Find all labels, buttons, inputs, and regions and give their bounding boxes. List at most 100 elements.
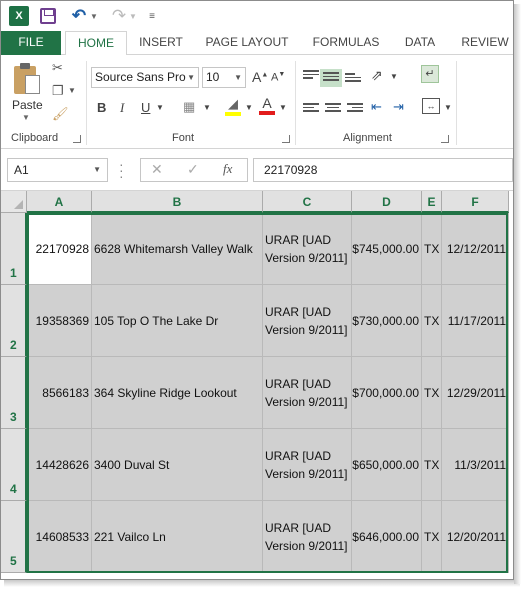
grow-font-icon[interactable]: A▲ bbox=[252, 69, 268, 85]
orientation-icon[interactable]: ⇗ bbox=[371, 67, 383, 84]
cell-c[interactable]: URAR [UAD Version 9/2011] bbox=[263, 429, 352, 501]
cell-b[interactable]: 364 Skyline Ridge Lookout bbox=[92, 357, 263, 429]
select-all-button[interactable] bbox=[1, 191, 27, 213]
cell-d[interactable]: $646,000.00 bbox=[352, 501, 422, 573]
underline-dropdown-icon[interactable]: ▼ bbox=[156, 103, 164, 112]
copy-dropdown-icon[interactable]: ▼ bbox=[68, 86, 76, 95]
cell-d[interactable]: $745,000.00 bbox=[352, 213, 422, 285]
font-launcher-icon[interactable] bbox=[282, 135, 290, 143]
undo-dropdown-icon[interactable]: ▼ bbox=[90, 6, 98, 26]
font-name-select[interactable]: Source Sans Pro ▼ bbox=[91, 67, 199, 88]
align-center-icon[interactable] bbox=[325, 103, 341, 115]
cell-d[interactable]: $650,000.00 bbox=[352, 429, 422, 501]
cell-a[interactable]: 22170928 bbox=[27, 213, 92, 285]
tab-home[interactable]: HOME bbox=[65, 31, 127, 56]
customize-qat-icon[interactable]: ≡ bbox=[147, 6, 157, 26]
cell-f[interactable]: 11/3/2011 bbox=[442, 429, 509, 501]
cell-e[interactable]: TX bbox=[422, 429, 442, 501]
shrink-font-icon[interactable]: A▼ bbox=[271, 71, 285, 84]
tab-page-layout[interactable]: PAGE LAYOUT bbox=[201, 31, 293, 55]
bottom-align-icon[interactable] bbox=[345, 73, 361, 85]
enter-icon[interactable]: ✓ bbox=[187, 161, 199, 178]
middle-align-icon[interactable] bbox=[320, 69, 342, 87]
row-header[interactable]: 2 bbox=[1, 285, 27, 357]
cell-c[interactable]: URAR [UAD Version 9/2011] bbox=[263, 285, 352, 357]
align-right-icon[interactable] bbox=[347, 103, 363, 115]
formula-input[interactable]: 22170928 bbox=[253, 158, 513, 182]
cell-d[interactable]: $730,000.00 bbox=[352, 285, 422, 357]
top-align-icon[interactable] bbox=[303, 70, 319, 82]
wrap-text-icon[interactable]: ↵ bbox=[421, 65, 439, 83]
increase-indent-icon[interactable]: ⇥ bbox=[393, 99, 404, 115]
paste-dropdown-icon[interactable]: ▼ bbox=[22, 113, 30, 122]
column-header-e[interactable]: E bbox=[422, 191, 442, 213]
column-header-c[interactable]: C bbox=[263, 191, 352, 213]
align-left-icon[interactable] bbox=[303, 103, 319, 115]
borders-dropdown-icon[interactable]: ▼ bbox=[203, 103, 211, 112]
fill-color-icon[interactable]: ◢ bbox=[225, 96, 241, 116]
cell-a[interactable]: 8566183 bbox=[27, 357, 92, 429]
font-color-dropdown-icon[interactable]: ▼ bbox=[279, 103, 287, 112]
font-color-icon[interactable]: A bbox=[259, 95, 275, 115]
cell-f[interactable]: 11/17/2011 bbox=[442, 285, 509, 357]
merge-center-dropdown-icon[interactable]: ▼ bbox=[444, 103, 452, 112]
borders-icon[interactable]: ▦ bbox=[183, 99, 195, 115]
orientation-dropdown-icon[interactable]: ▼ bbox=[390, 72, 398, 81]
column-header-f[interactable]: F bbox=[442, 191, 509, 213]
row-header[interactable]: 4 bbox=[1, 429, 27, 501]
cell-e[interactable]: TX bbox=[422, 501, 442, 573]
worksheet-grid: ABCDEF 1 22170928 6628 Whitemarsh Valley W… bbox=[1, 191, 513, 579]
cell-e[interactable]: TX bbox=[422, 285, 442, 357]
tab-data[interactable]: DATA bbox=[398, 31, 442, 55]
cell-b[interactable]: 3400 Duval St bbox=[92, 429, 263, 501]
redo-icon[interactable]: ↷ bbox=[109, 6, 129, 26]
tab-formulas[interactable]: FORMULAS bbox=[308, 31, 384, 55]
cell-f[interactable]: 12/29/2011 bbox=[442, 357, 509, 429]
italic-button[interactable]: I bbox=[120, 100, 124, 116]
cell-c[interactable]: URAR [UAD Version 9/2011] bbox=[263, 213, 352, 285]
cell-c[interactable]: URAR [UAD Version 9/2011] bbox=[263, 501, 352, 573]
cell-e[interactable]: TX bbox=[422, 357, 442, 429]
cell-b[interactable]: 105 Top O The Lake Dr bbox=[92, 285, 263, 357]
underline-button[interactable]: U bbox=[141, 100, 150, 115]
cell-b[interactable]: 6628 Whitemarsh Valley Walk bbox=[92, 213, 263, 285]
cell-a[interactable]: 19358369 bbox=[27, 285, 92, 357]
format-painter-icon[interactable]: 🖌 bbox=[52, 106, 69, 122]
cancel-icon[interactable]: ✕ bbox=[151, 161, 163, 178]
clipboard-launcher-icon[interactable] bbox=[73, 135, 81, 143]
cell-f[interactable]: 12/20/2011 bbox=[442, 501, 509, 573]
row-header[interactable]: 5 bbox=[1, 501, 27, 573]
paste-icon[interactable] bbox=[12, 63, 40, 95]
copy-icon[interactable]: ❐ bbox=[52, 83, 64, 99]
column-header-d[interactable]: D bbox=[352, 191, 422, 213]
fill-color-dropdown-icon[interactable]: ▼ bbox=[245, 103, 253, 112]
tab-file[interactable]: FILE bbox=[1, 31, 61, 55]
redo-dropdown-icon[interactable]: ▼ bbox=[129, 6, 137, 26]
column-header-a[interactable]: A bbox=[27, 191, 92, 213]
column-header-b[interactable]: B bbox=[92, 191, 263, 213]
insert-function-icon[interactable]: fx bbox=[223, 161, 232, 177]
decrease-indent-icon[interactable]: ⇤ bbox=[371, 99, 382, 115]
font-size-value: 10 bbox=[206, 70, 220, 84]
font-size-select[interactable]: 10 ▼ bbox=[202, 67, 246, 88]
cell-a[interactable]: 14428626 bbox=[27, 429, 92, 501]
cell-f[interactable]: 12/12/2011 bbox=[442, 213, 509, 285]
cell-a[interactable]: 14608533 bbox=[27, 501, 92, 573]
tab-insert[interactable]: INSERT bbox=[133, 31, 189, 55]
cell-d[interactable]: $700,000.00 bbox=[352, 357, 422, 429]
undo-icon[interactable]: ↶ bbox=[68, 6, 90, 26]
alignment-launcher-icon[interactable] bbox=[441, 135, 449, 143]
tab-review[interactable]: REVIEW bbox=[457, 31, 513, 55]
cell-e[interactable]: TX bbox=[422, 213, 442, 285]
formula-bar-grip-icon[interactable]: · · · bbox=[119, 157, 124, 183]
row-header[interactable]: 1 bbox=[1, 213, 27, 285]
paste-button-label[interactable]: Paste bbox=[12, 98, 43, 112]
merge-center-icon[interactable]: ↔ bbox=[422, 98, 440, 114]
bold-button[interactable]: B bbox=[97, 100, 106, 115]
save-icon[interactable] bbox=[40, 8, 56, 24]
name-box[interactable]: A1 ▼ bbox=[7, 158, 108, 182]
cell-c[interactable]: URAR [UAD Version 9/2011] bbox=[263, 357, 352, 429]
row-header[interactable]: 3 bbox=[1, 357, 27, 429]
cut-icon[interactable]: ✂ bbox=[52, 60, 63, 76]
cell-b[interactable]: 221 Vailco Ln bbox=[92, 501, 263, 573]
